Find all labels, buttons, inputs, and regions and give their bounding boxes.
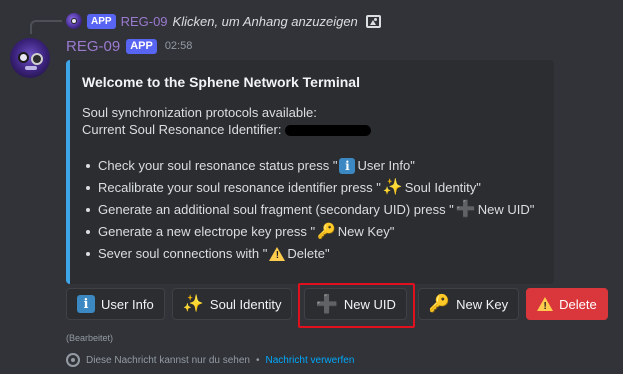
resonance-identifier-label: Current Soul Resonance Identifier: xyxy=(82,122,282,137)
list-item: Generate an additional soul fragment (se… xyxy=(82,199,542,221)
plus-icon: ➕ xyxy=(315,293,338,314)
list-item-text: Generate a new electrope key press " xyxy=(98,224,316,239)
warning-icon: ! xyxy=(269,246,286,262)
list-item-quote: " xyxy=(476,180,481,195)
reply-app-badge: APP xyxy=(87,13,116,29)
list-item-quote: " xyxy=(410,158,415,173)
author-name[interactable]: REG-09 xyxy=(66,38,120,55)
user-info-button-label: User Info xyxy=(101,296,154,312)
edited-indicator: (Bearbeitet) xyxy=(66,333,114,343)
embed-desc-line-1: Soul synchronization protocols available… xyxy=(82,105,317,120)
new-key-button-label: New Key xyxy=(456,296,509,312)
list-item-text: Sever soul connections with " xyxy=(98,246,268,261)
timestamp[interactable]: 02:58 xyxy=(165,40,193,52)
ephemeral-notice: Diese Nachricht kannst nur du sehen • Na… xyxy=(66,353,354,367)
image-icon xyxy=(365,14,381,28)
ephemeral-separator: • xyxy=(255,354,260,366)
list-item: Check your soul resonance status press "… xyxy=(82,155,542,177)
embed: Welcome to the Sphene Network Terminal S… xyxy=(66,60,554,284)
chat-message-area: APP REG-09 Klicken, um Anhang anzuzeigen… xyxy=(0,0,623,374)
warning-icon: ! xyxy=(537,296,554,312)
list-item-label: User Info xyxy=(357,158,411,173)
avatar-eye-left xyxy=(18,52,29,63)
key-icon: 🔑 xyxy=(317,223,336,240)
avatar-mouth xyxy=(25,66,37,70)
plus-icon: ➕ xyxy=(455,201,476,218)
author-avatar[interactable] xyxy=(10,38,50,78)
list-item-quote: " xyxy=(389,224,395,239)
info-icon: i xyxy=(77,295,95,313)
redacted-identifier xyxy=(285,125,372,137)
embed-desc-line-2: Current Soul Resonance Identifier: xyxy=(82,121,542,138)
eye-icon xyxy=(66,353,80,367)
list-item-label: Delete xyxy=(287,246,325,261)
new-uid-button-label: New UID xyxy=(343,296,396,312)
list-item: Generate a new electrope key press " 🔑 N… xyxy=(82,221,542,243)
instruction-list: Check your soul resonance status press "… xyxy=(82,155,542,265)
reply-preview-text[interactable]: Klicken, um Anhang anzuzeigen xyxy=(173,14,358,29)
list-item-label: New UID xyxy=(477,202,530,217)
sparkles-icon: ✨ xyxy=(182,294,204,313)
sparkles-icon: ✨ xyxy=(382,179,403,196)
ephemeral-text: Diese Nachricht kannst nur du sehen xyxy=(86,354,250,366)
reply-avatar[interactable] xyxy=(66,13,82,29)
new-uid-button[interactable]: ➕ New UID xyxy=(304,288,407,320)
reply-reference[interactable]: APP REG-09 Klicken, um Anhang anzuzeigen xyxy=(66,11,381,31)
delete-button-label: Delete xyxy=(559,296,597,312)
soul-identity-button[interactable]: ✨ Soul Identity xyxy=(171,288,293,320)
dismiss-message-link[interactable]: Nachricht verwerfen xyxy=(266,355,355,366)
delete-button[interactable]: ! Delete xyxy=(526,288,608,320)
reply-spine xyxy=(30,20,62,34)
list-item-quote: " xyxy=(324,246,330,261)
reply-author-name[interactable]: REG-09 xyxy=(121,14,168,29)
list-item-label: Soul Identity xyxy=(404,180,477,195)
message-header: REG-09 APP 02:58 xyxy=(66,36,192,56)
list-item-label: New Key xyxy=(337,224,390,239)
list-item-text: Generate an additional soul fragment (se… xyxy=(98,202,454,217)
user-info-button[interactable]: i User Info xyxy=(66,288,165,320)
list-item-text: Recalibrate your soul resonance identifi… xyxy=(98,180,381,195)
embed-title: Welcome to the Sphene Network Terminal xyxy=(82,74,360,90)
embed-description: Soul synchronization protocols available… xyxy=(82,104,542,138)
info-icon: i xyxy=(339,158,356,174)
list-item-quote: " xyxy=(529,202,535,217)
avatar-eye-right xyxy=(31,53,43,65)
new-key-button[interactable]: 🔑 New Key xyxy=(417,288,520,320)
soul-identity-button-label: Soul Identity xyxy=(209,296,282,312)
list-item: Sever soul connections with " ! Delete " xyxy=(82,243,542,265)
key-icon: 🔑 xyxy=(428,294,451,313)
list-item: Recalibrate your soul resonance identifi… xyxy=(82,177,542,199)
action-row: i User Info ✨ Soul Identity ➕ New UID 🔑 … xyxy=(66,288,608,320)
app-badge: APP xyxy=(126,38,157,54)
avatar-eye-icon xyxy=(71,18,77,24)
list-item-text: Check your soul resonance status press " xyxy=(98,158,338,173)
